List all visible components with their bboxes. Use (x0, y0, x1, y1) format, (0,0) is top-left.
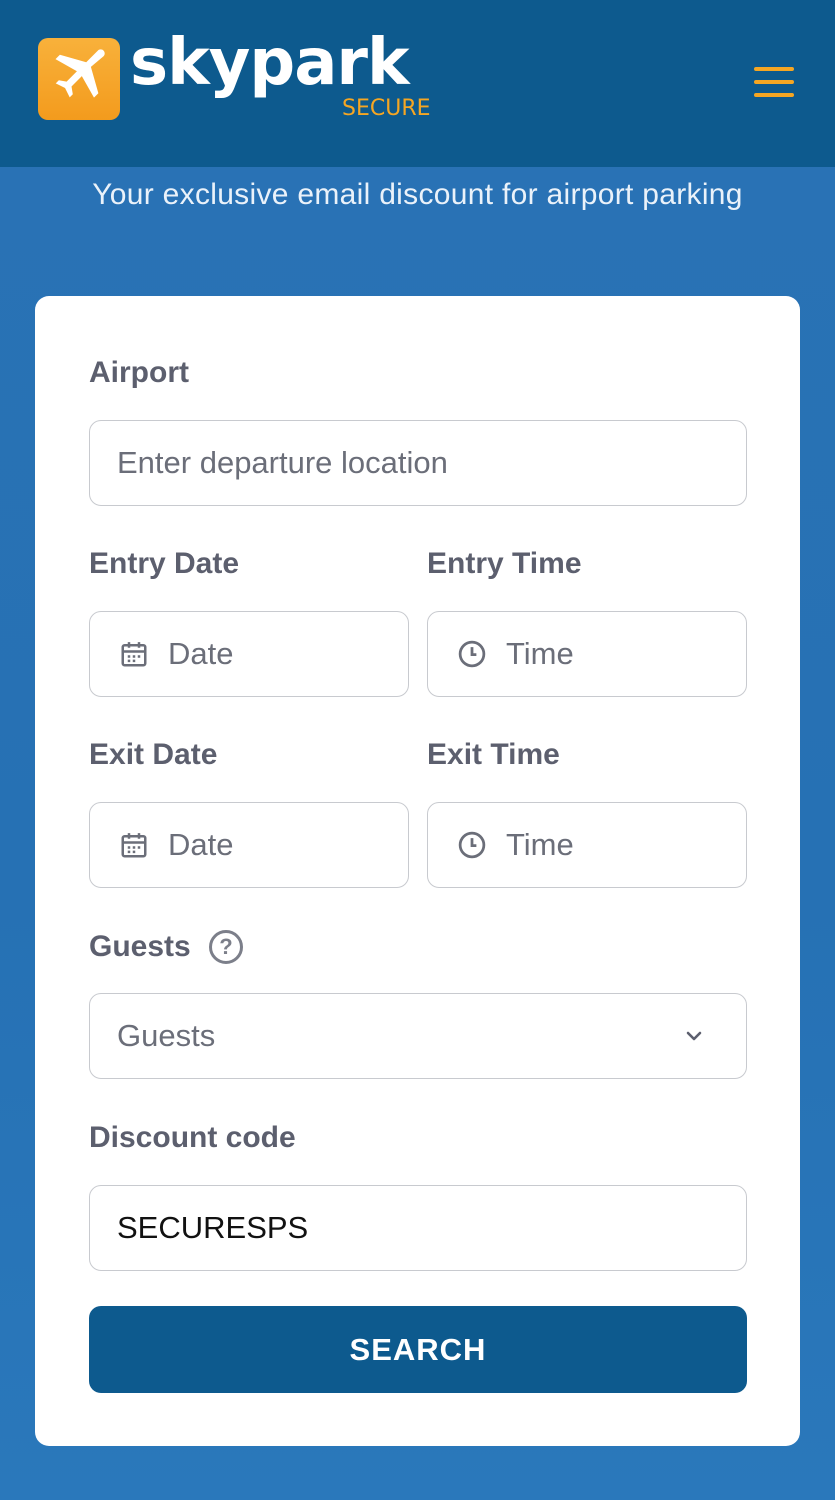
guests-selected-value: Guests (117, 1018, 216, 1053)
site-header: skypark SECURE (0, 0, 835, 167)
entry-time-field[interactable]: Time (427, 611, 747, 697)
airport-placeholder: Enter departure location (117, 445, 448, 480)
exit-time-placeholder: Time (506, 827, 574, 862)
brand-name: skypark (130, 26, 409, 100)
discount-code-input[interactable]: SECURESPS (89, 1185, 747, 1271)
exit-date-field[interactable]: Date (89, 802, 409, 888)
help-icon[interactable]: ? (209, 930, 243, 964)
guests-label: Guests (89, 930, 191, 963)
entry-date-label: Entry Date (89, 547, 240, 580)
exit-date-placeholder: Date (168, 827, 234, 862)
clock-icon (454, 827, 490, 863)
exit-time-field[interactable]: Time (427, 802, 747, 888)
calendar-icon (116, 636, 152, 672)
skypark-logo[interactable]: skypark SECURE (38, 26, 440, 122)
entry-time-label: Entry Time (427, 547, 582, 580)
entry-date-placeholder: Date (168, 636, 234, 671)
search-form-card: Airport Enter departure location Entry D… (35, 296, 800, 1446)
brand-subtitle: SECURE (342, 96, 431, 121)
hamburger-menu-icon[interactable] (750, 62, 798, 102)
chevron-down-icon (682, 1024, 706, 1048)
airport-input[interactable]: Enter departure location (89, 420, 747, 506)
entry-date-field[interactable]: Date (89, 611, 409, 697)
discount-code-label: Discount code (89, 1121, 296, 1154)
clock-icon (454, 636, 490, 672)
discount-code-value: SECURESPS (117, 1210, 309, 1245)
tagline: Your exclusive email discount for airpor… (92, 178, 743, 211)
search-button[interactable]: SEARCH (89, 1306, 747, 1393)
guests-select[interactable]: Guests (89, 993, 747, 1079)
entry-time-placeholder: Time (506, 636, 574, 671)
airplane-icon (38, 38, 120, 120)
exit-time-label: Exit Time (427, 738, 560, 771)
calendar-icon (116, 827, 152, 863)
airport-label: Airport (89, 356, 189, 389)
exit-date-label: Exit Date (89, 738, 218, 771)
